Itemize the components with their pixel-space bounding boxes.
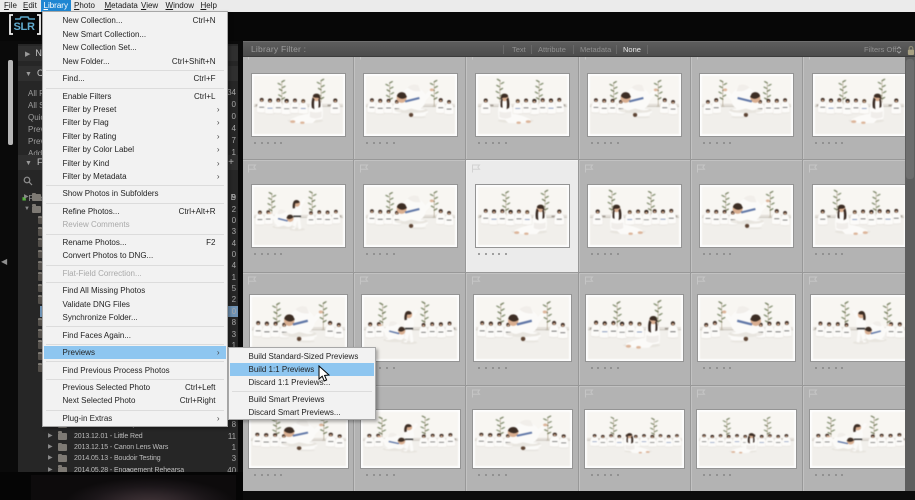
svg-text:SLR: SLR	[14, 21, 35, 33]
